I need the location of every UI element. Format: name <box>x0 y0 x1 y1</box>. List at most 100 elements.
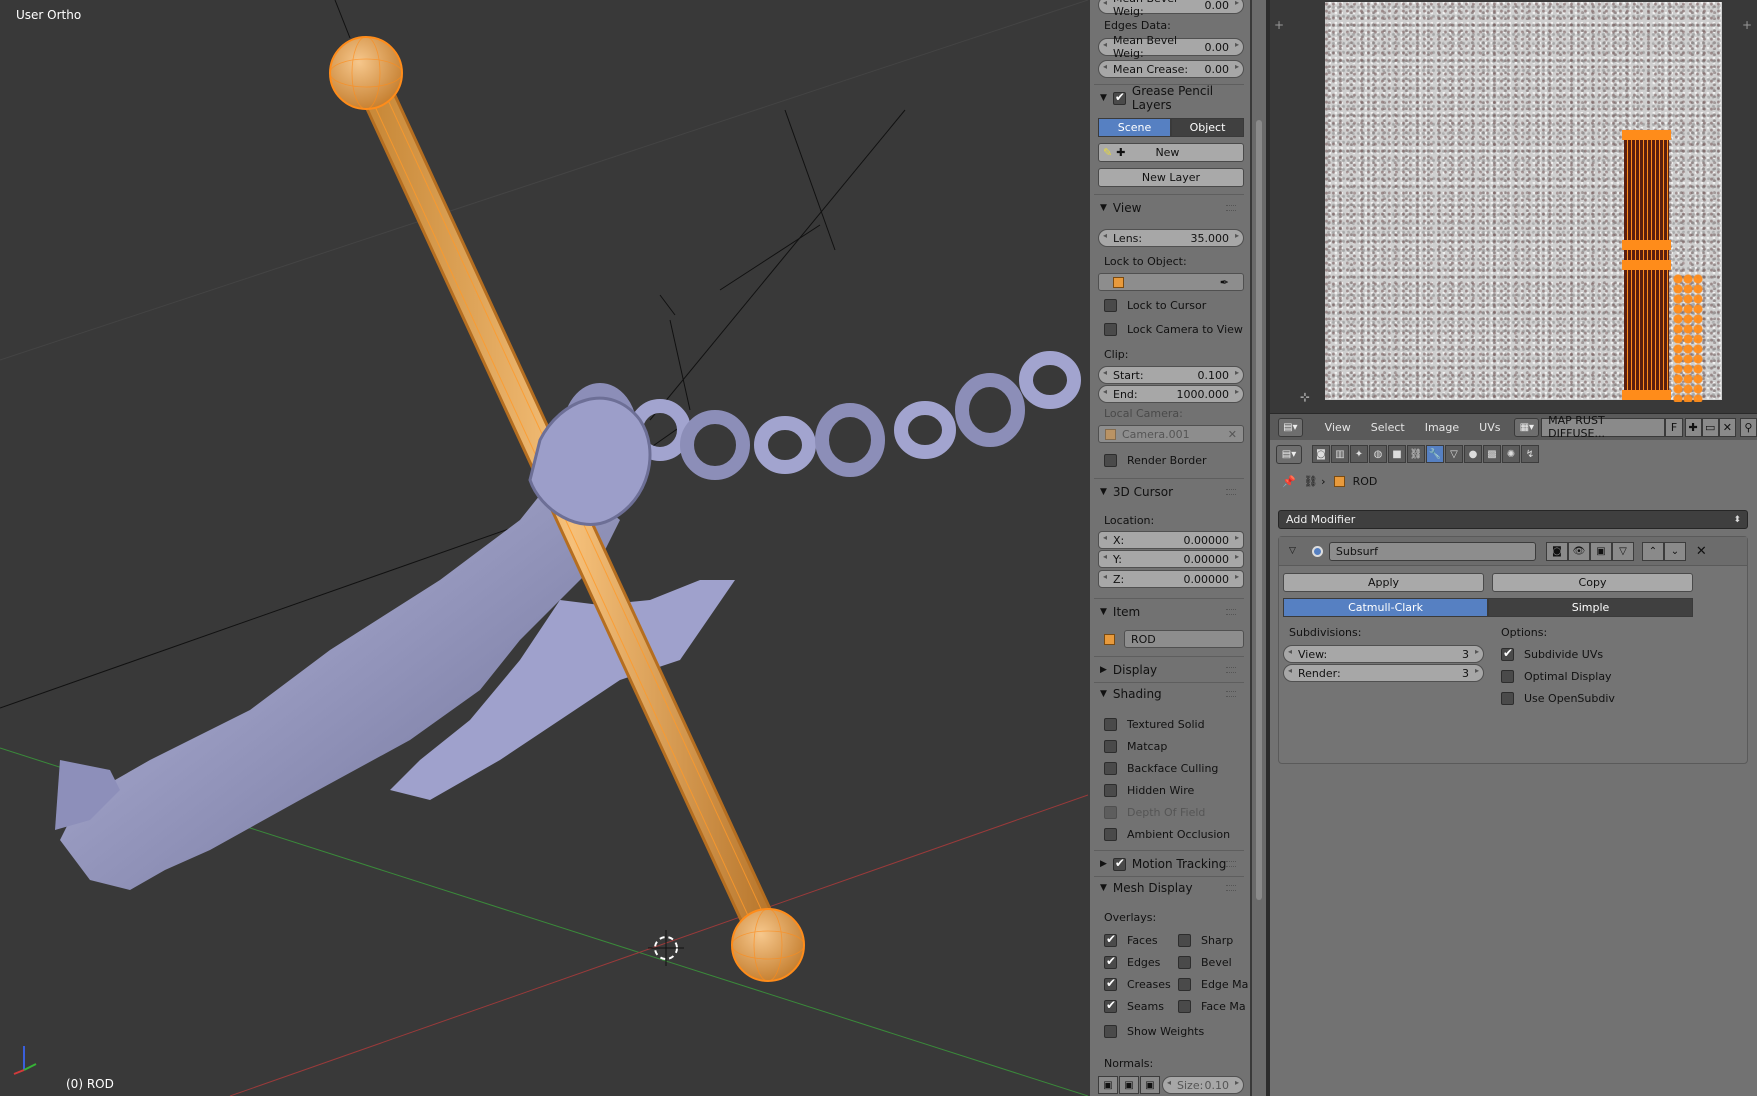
use-opensubdiv-checkbox[interactable]: Use OpenSubdiv <box>1501 690 1615 706</box>
copy-button[interactable]: Copy <box>1492 573 1693 592</box>
3d-cursor-panel-header[interactable]: ▼ 3D Cursor <box>1094 480 1244 504</box>
render-layers-tab-icon[interactable]: ▥ <box>1331 445 1349 463</box>
cage-toggle-icon[interactable]: ▽ <box>1611 541 1634 561</box>
rust-texture-image[interactable] <box>1325 2 1722 402</box>
subdivisions-render-field[interactable]: Render:3 <box>1283 664 1484 682</box>
mean-bevel-weight-field[interactable]: Mean Bevel Weig:0.00 <box>1098 34 1244 60</box>
cursor-z-field[interactable]: Z:0.00000 <box>1098 570 1244 588</box>
eyedropper-icon[interactable]: ✒ <box>1220 276 1229 289</box>
optimal-display-checkbox[interactable]: Optimal Display <box>1501 668 1612 684</box>
grease-pencil-header[interactable]: ▼ Grease Pencil Layers <box>1094 84 1244 112</box>
motion-tracking-panel-header[interactable]: ▶ Motion Tracking <box>1094 852 1244 876</box>
menu-image[interactable]: Image <box>1415 421 1469 434</box>
object-name-field[interactable]: ROD <box>1124 630 1244 648</box>
local-camera-selector[interactable]: Camera.001 ✕ <box>1098 425 1244 443</box>
viewport-toggle-icon[interactable]: 👁 <box>1567 541 1590 561</box>
loop-normals-icon[interactable]: ▣ <box>1119 1076 1139 1094</box>
editmode-toggle-icon[interactable]: ▣ <box>1589 541 1612 561</box>
subdivisions-view-field[interactable]: View:3 <box>1283 645 1484 663</box>
image-name-field[interactable]: MAP RUST DIFFUSE... <box>1541 414 1666 440</box>
cursor-y-field[interactable]: Y:0.00000 <box>1098 550 1244 568</box>
menu-uvs[interactable]: UVs <box>1469 421 1510 434</box>
matcap-checkbox[interactable]: Matcap <box>1104 738 1167 754</box>
simple-option[interactable]: Simple <box>1488 598 1693 617</box>
add-icon[interactable]: + <box>1274 18 1284 32</box>
3d-viewport[interactable]: User Ortho (0) ROD <box>0 0 1088 1096</box>
edges-checkbox[interactable]: Edges <box>1104 954 1160 970</box>
particles-tab-icon[interactable]: ✺ <box>1502 445 1520 463</box>
faces-checkbox[interactable]: Faces <box>1104 932 1158 948</box>
view-panel-header[interactable]: ▼ View <box>1094 196 1244 220</box>
menu-select[interactable]: Select <box>1361 421 1415 434</box>
new-image-icon[interactable]: ✚ <box>1684 417 1702 437</box>
move-down-icon[interactable]: ⌄ <box>1663 541 1686 561</box>
display-panel-header[interactable]: ▶ Display <box>1094 658 1244 682</box>
mean-bevel-weight-vertex-field[interactable]: Mean Bevel Weig:0.00 <box>1098 0 1244 18</box>
uv-island-ball[interactable] <box>1673 274 1703 402</box>
add-modifier-dropdown[interactable]: Add Modifier ⬍ <box>1278 510 1748 529</box>
catmull-clark-option[interactable]: Catmull-Clark <box>1283 598 1488 617</box>
unlink-icon[interactable]: ✕ <box>1718 417 1736 437</box>
sharp-checkbox[interactable]: Sharp <box>1178 932 1233 948</box>
render-border-checkbox[interactable]: Render Border <box>1104 452 1207 468</box>
depth-of-field-checkbox[interactable]: Depth Of Field <box>1104 804 1205 820</box>
sidebar-scrollbar[interactable] <box>1252 0 1266 1096</box>
clip-end-field[interactable]: End:1000.000 <box>1098 385 1244 403</box>
shading-panel-header[interactable]: ▼ Shading <box>1094 682 1244 706</box>
remove-modifier-icon[interactable]: ✕ <box>1696 544 1707 559</box>
face-marks-checkbox[interactable]: Face Ma <box>1178 998 1246 1014</box>
fake-user-button[interactable]: F <box>1665 417 1683 437</box>
lock-camera-to-view-checkbox[interactable]: Lock Camera to View <box>1104 321 1243 337</box>
clip-start-field[interactable]: Start:0.100 <box>1098 366 1244 384</box>
constraints-tab-icon[interactable]: ⛓ <box>1407 445 1425 463</box>
subdivision-type-toggle[interactable]: Catmull-Clark Simple <box>1283 598 1693 617</box>
creases-checkbox[interactable]: Creases <box>1104 976 1171 992</box>
data-tab-icon[interactable]: ▽ <box>1445 445 1463 463</box>
edge-marks-checkbox[interactable]: Edge Ma <box>1178 976 1248 992</box>
motion-tracking-checkbox[interactable] <box>1112 856 1126 871</box>
collapse-triangle-icon[interactable]: ▽ <box>1289 546 1296 556</box>
face-normals-icon[interactable]: ▣ <box>1140 1076 1160 1094</box>
editor-type-icon[interactable]: ▤▾ <box>1278 417 1303 437</box>
clear-icon[interactable]: ✕ <box>1228 428 1237 441</box>
physics-tab-icon[interactable]: ↯ <box>1521 445 1539 463</box>
ambient-occlusion-checkbox[interactable]: Ambient Occlusion <box>1104 826 1230 842</box>
cursor-x-field[interactable]: X:0.00000 <box>1098 531 1244 549</box>
grease-pencil-source-toggle[interactable]: Scene Object <box>1098 118 1244 137</box>
modifier-name-field[interactable]: Subsurf <box>1328 541 1536 561</box>
object-option[interactable]: Object <box>1171 118 1244 137</box>
new-layer-button[interactable]: New Layer <box>1098 168 1244 187</box>
grease-pencil-checkbox[interactable] <box>1112 90 1126 105</box>
hidden-wire-checkbox[interactable]: Hidden Wire <box>1104 782 1194 798</box>
object-tab-icon[interactable]: ■ <box>1388 445 1406 463</box>
normals-size-field[interactable]: Size:0.10 <box>1162 1076 1244 1094</box>
editor-type-icon[interactable]: ▤▾ <box>1276 444 1302 464</box>
uv-island-rod[interactable] <box>1622 130 1671 400</box>
lock-to-cursor-checkbox[interactable]: Lock to Cursor <box>1104 297 1206 313</box>
render-toggle-icon[interactable]: ◙ <box>1545 541 1568 561</box>
render-tab-icon[interactable]: ◙ <box>1312 445 1330 463</box>
world-tab-icon[interactable]: ◍ <box>1369 445 1387 463</box>
bevel-checkbox[interactable]: Bevel <box>1178 954 1232 970</box>
show-weights-checkbox[interactable]: Show Weights <box>1104 1023 1204 1039</box>
backface-culling-checkbox[interactable]: Backface Culling <box>1104 760 1218 776</box>
mean-crease-field[interactable]: Mean Crease:0.00 <box>1098 60 1244 78</box>
material-tab-icon[interactable]: ● <box>1464 445 1482 463</box>
item-panel-header[interactable]: ▼ Item <box>1094 600 1244 624</box>
seams-checkbox[interactable]: Seams <box>1104 998 1164 1014</box>
open-image-icon[interactable]: ▭ <box>1701 417 1719 437</box>
viewport-scene[interactable] <box>0 0 1088 1096</box>
lens-field[interactable]: Lens:35.000 <box>1098 229 1244 247</box>
scene-option[interactable]: Scene <box>1098 118 1171 137</box>
mesh-display-panel-header[interactable]: ▼ Mesh Display <box>1094 876 1244 900</box>
texture-tab-icon[interactable]: ▩ <box>1483 445 1501 463</box>
pin-icon[interactable]: ⚲ <box>1739 417 1757 437</box>
scene-tab-icon[interactable]: ✦ <box>1350 445 1368 463</box>
modifiers-tab-icon[interactable]: 🔧 <box>1426 445 1444 463</box>
apply-button[interactable]: Apply <box>1283 573 1484 592</box>
add-icon[interactable]: + <box>1742 18 1752 32</box>
pin-icon[interactable]: 📌 <box>1282 475 1296 488</box>
menu-view[interactable]: View <box>1315 421 1361 434</box>
subdivide-uvs-checkbox[interactable]: Subdivide UVs <box>1501 646 1603 662</box>
grease-pencil-new-button[interactable]: ✎ ✚ New <box>1098 143 1244 162</box>
